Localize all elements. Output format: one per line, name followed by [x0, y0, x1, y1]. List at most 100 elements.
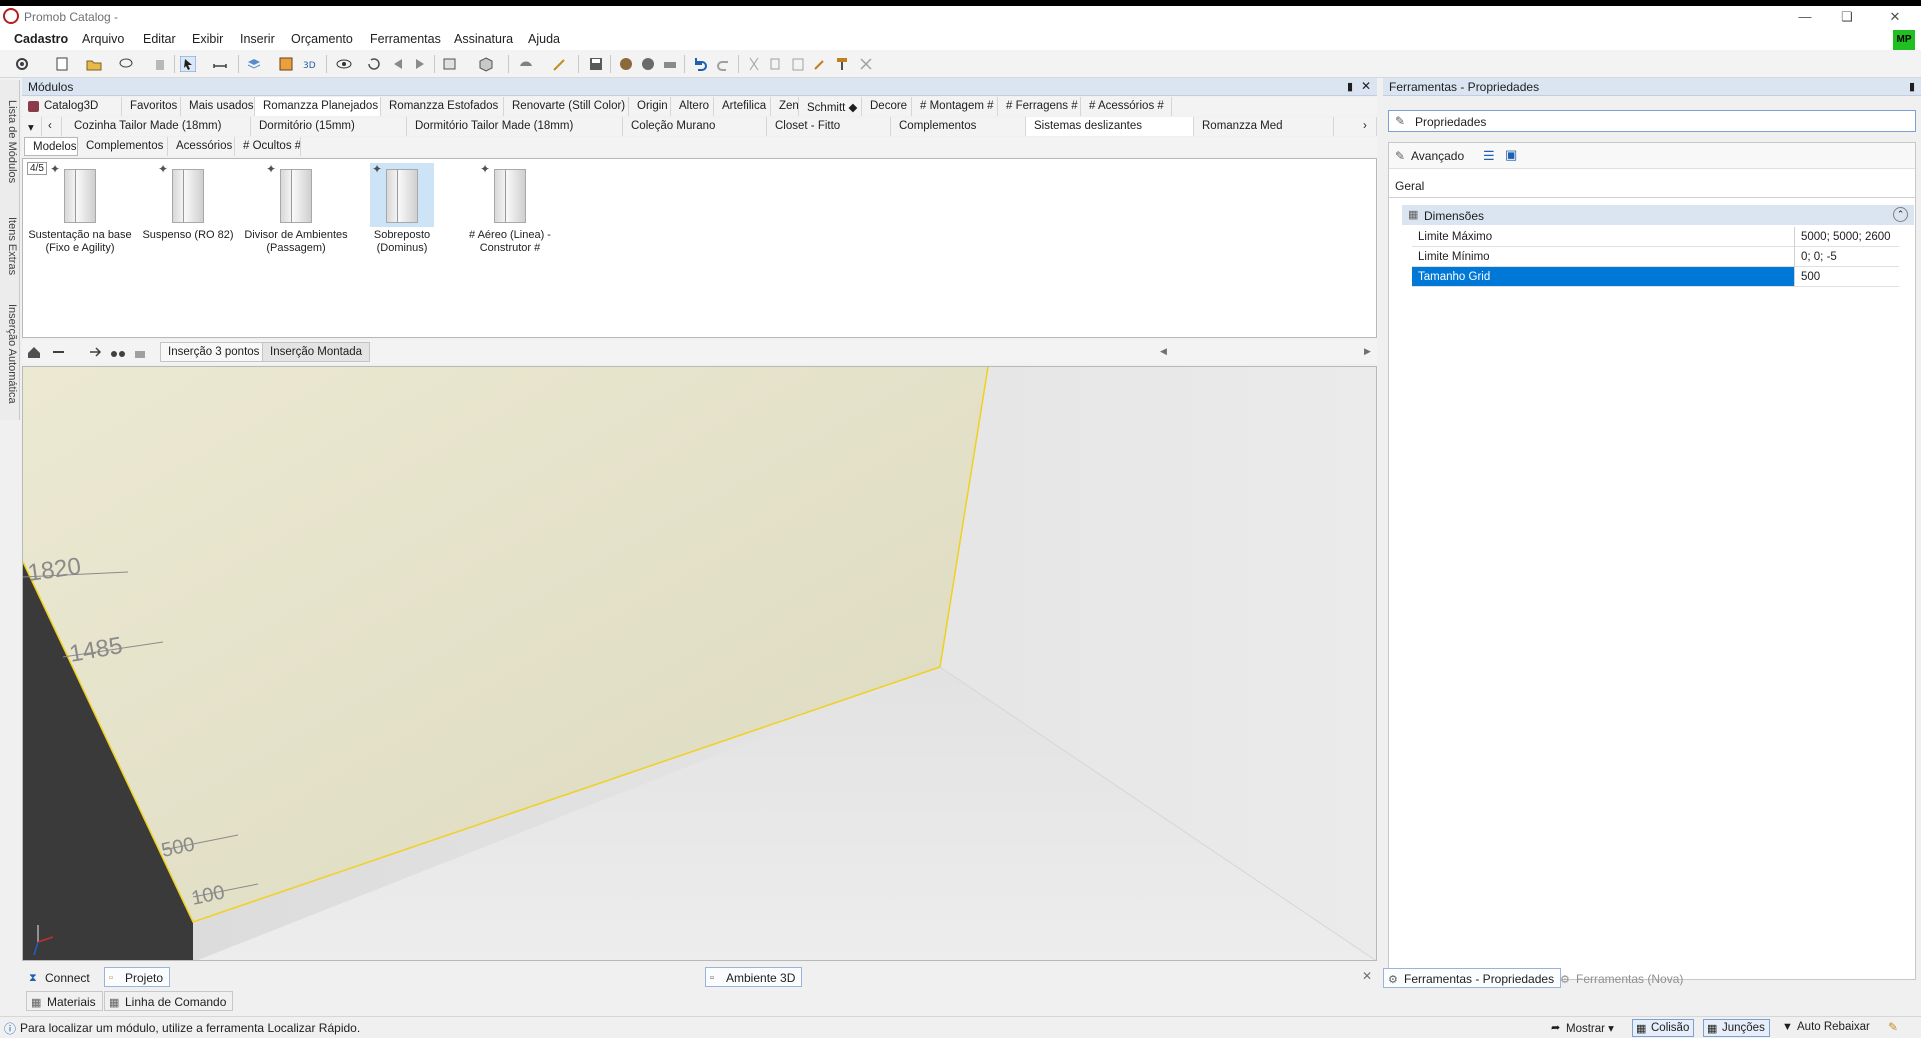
rotate-icon[interactable] [366, 56, 382, 72]
view-cube-icon[interactable] [442, 56, 458, 72]
prop-value[interactable]: 0; 0; -5 [1794, 247, 1899, 267]
eye-icon[interactable] [336, 56, 352, 72]
group-tab-ocultos[interactable]: # Ocultos # [235, 137, 301, 156]
tab-ferramentas-nova[interactable]: ⚙ Ferramentas (Nova) [1555, 968, 1690, 988]
prop-value[interactable]: 500 [1794, 267, 1899, 287]
juncoes-toggle[interactable]: ▦ Junções [1703, 1019, 1770, 1037]
close-panel-icon[interactable]: ✕ [1361, 79, 1371, 93]
cut-icon[interactable] [746, 56, 762, 72]
redo-icon[interactable] [716, 56, 732, 72]
paint-icon[interactable] [518, 56, 534, 72]
line-tab-cozinha[interactable]: Cozinha Tailor Made (18mm) [62, 117, 251, 136]
home-view-icon[interactable] [26, 344, 42, 360]
catalog-tab-romanzza-estofados[interactable]: Romanzza Estofados [381, 97, 504, 116]
trash-icon[interactable] [152, 56, 168, 72]
colisao-toggle[interactable]: ▦ Colisão [1632, 1019, 1695, 1037]
line-tab-romanzza-med[interactable]: Romanzza Med [1194, 117, 1334, 136]
line-tabs-prev-icon[interactable]: ‹ [42, 117, 62, 136]
line-tab-dormitorio[interactable]: Dormitório (15mm) [251, 117, 407, 136]
tab-materiais[interactable]: ▦ Materiais [26, 991, 103, 1011]
catalog-tab-zen[interactable]: Zen [771, 97, 799, 116]
group-tab-modelos[interactable]: Modelos [24, 137, 78, 156]
scroll-left-icon[interactable]: ◀ [1160, 346, 1167, 357]
grid-3d-icon[interactable] [278, 56, 294, 72]
group-tab-acessorios[interactable]: Acessórios [168, 137, 235, 156]
paste-icon[interactable] [790, 56, 806, 72]
side-tab-insercao-automatica[interactable]: Inserção Automática [2, 292, 18, 416]
measure-icon[interactable] [212, 56, 228, 72]
menu-ajuda[interactable]: Ajuda [528, 32, 560, 46]
binoculars-icon[interactable] [110, 344, 126, 360]
copy-icon[interactable] [768, 56, 784, 72]
insert-3-points-button[interactable]: Inserção 3 pontos [160, 342, 268, 362]
catalog-tab-acessorios[interactable]: # Acessórios # [1081, 97, 1172, 116]
menu-ferramentas[interactable]: Ferramentas [370, 32, 441, 46]
section-dimensoes[interactable]: ▦ Dimensões ⌃ [1402, 205, 1914, 225]
box-icon[interactable] [478, 56, 494, 72]
close-tab-icon[interactable]: ✕ [1362, 969, 1372, 983]
line-tab-dormitorio-tailor[interactable]: Dormitório Tailor Made (18mm) [407, 117, 623, 136]
save-icon[interactable] [588, 56, 604, 72]
collapse-icon[interactable]: ⌃ [1893, 207, 1908, 222]
line-tab-colecao-murano[interactable]: Coleção Murano [623, 117, 767, 136]
avancado-button[interactable]: Avançado [1411, 149, 1464, 163]
catalog-tab-origin[interactable]: Origin [629, 97, 671, 116]
module-item-selected[interactable]: ✦ Sobreposto (Dominus) [347, 163, 457, 255]
new-document-icon[interactable] [54, 56, 70, 72]
line-tab-sistemas-deslizantes[interactable]: Sistemas deslizantes [1026, 117, 1194, 136]
list-view-icon[interactable]: ☰ [1483, 148, 1495, 164]
pencil-icon[interactable]: ✎ [1888, 1020, 1898, 1034]
prop-row-tamanho-grid[interactable]: Tamanho Grid 500 [1412, 267, 1899, 287]
module-item[interactable]: ✦ # Aéreo (Linea) - Construtor # [455, 163, 565, 255]
open-folder-icon[interactable] [86, 56, 102, 72]
catalog-tab-favoritos[interactable]: Favoritos [122, 97, 181, 116]
module-item[interactable]: ✦ Divisor de Ambientes (Passagem) [241, 163, 351, 255]
pin-icon[interactable]: ▮ [1347, 80, 1353, 93]
catalog-tab-mais-usados[interactable]: Mais usados [181, 97, 255, 116]
menu-assinatura[interactable]: Assinatura [454, 32, 513, 46]
view-3d-icon[interactable]: 3D [302, 56, 318, 72]
lasso-icon[interactable] [118, 56, 134, 72]
tab-ferramentas-propriedades[interactable]: ⚙ Ferramentas - Propriedades [1383, 968, 1562, 988]
mostrar-button[interactable]: ➦ Mostrar ▾ [1548, 1019, 1618, 1037]
minimize-button[interactable]: — [1790, 8, 1820, 26]
module-item[interactable]: ✦ Suspenso (RO 82) [133, 163, 243, 242]
pin-icon[interactable]: ▮ [1909, 80, 1915, 93]
propriedades-button[interactable]: ✎ Propriedades [1388, 110, 1916, 132]
catalog-tab-schmitt[interactable]: Schmitt ◆ [799, 97, 862, 116]
tab-ambiente-3d[interactable]: ▫ Ambiente 3D [705, 967, 803, 987]
tab-geral[interactable]: Geral [1395, 179, 1424, 193]
scroll-right-icon[interactable]: ▶ [1364, 346, 1371, 357]
restore-button[interactable]: ❏ [1832, 8, 1862, 26]
side-tab-lista-modulos[interactable]: Lista de Módulos [2, 84, 18, 200]
group-tab-complementos[interactable]: Complementos [78, 137, 168, 156]
insert-mounted-button[interactable]: Inserção Montada [262, 342, 371, 362]
settings-icon[interactable] [14, 56, 30, 72]
close-window-button[interactable]: ✕ [1880, 8, 1910, 26]
line-style-icon[interactable] [52, 344, 68, 360]
undo-icon[interactable] [692, 56, 708, 72]
line-tab-closet-fitto[interactable]: Closet - Fitto [767, 117, 891, 136]
render-alt-icon[interactable] [640, 56, 656, 72]
prop-value[interactable]: 5000; 5000; 2600 [1794, 227, 1899, 247]
move-left-icon[interactable] [390, 56, 406, 72]
brush-icon[interactable] [834, 56, 850, 72]
catalog-tab-renovarte[interactable]: Renovarte (Still Color) [504, 97, 629, 116]
tab-projeto[interactable]: ▫ Projeto [104, 967, 171, 987]
line-tabs-dropdown-icon[interactable]: ▾ [22, 117, 42, 136]
user-avatar[interactable]: MP [1893, 30, 1915, 50]
wand-icon[interactable] [552, 56, 568, 72]
catalog-tab-altero[interactable]: Altero [671, 97, 714, 116]
move-right-icon[interactable] [412, 56, 428, 72]
menu-orcamento[interactable]: Orçamento [291, 32, 353, 46]
prop-row-limite-maximo[interactable]: Limite Máximo 5000; 5000; 2600 [1412, 227, 1899, 247]
catalog-tab-ferragens[interactable]: # Ferragens # [998, 97, 1081, 116]
catalog-tab-catalog3d[interactable]: Catalog3D [22, 97, 122, 116]
menu-arquivo[interactable]: Arquivo [82, 32, 124, 46]
menu-exibir[interactable]: Exibir [192, 32, 223, 46]
print-icon[interactable] [662, 56, 678, 72]
menu-editar[interactable]: Editar [143, 32, 176, 46]
3d-scene[interactable]: 1820 1485 500 100 [23, 367, 1377, 961]
select-pointer-icon[interactable] [180, 56, 196, 72]
menu-cadastro[interactable]: Cadastro [14, 32, 68, 46]
